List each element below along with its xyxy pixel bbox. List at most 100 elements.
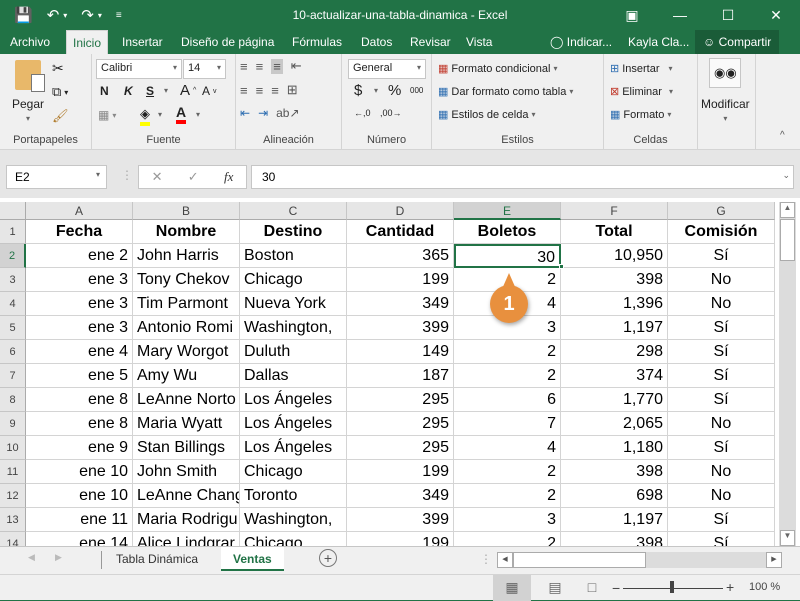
next-sheet-icon[interactable]: ▶ xyxy=(55,552,62,563)
align-bottom-icon[interactable]: ≡ xyxy=(271,58,283,74)
table-cell[interactable]: 7 xyxy=(454,412,561,436)
table-cell[interactable]: 1,770 xyxy=(561,388,668,412)
horizontal-scrollbar[interactable]: ◀ xyxy=(497,552,780,568)
table-cell[interactable]: 374 xyxy=(561,364,668,388)
table-cell[interactable]: 2 xyxy=(454,364,561,388)
header-cell[interactable]: Comisión xyxy=(668,220,775,244)
table-cell[interactable]: 2 xyxy=(454,484,561,508)
user-name[interactable]: Kayla Cla... xyxy=(628,30,689,54)
scroll-thumb[interactable] xyxy=(780,219,795,261)
row-header[interactable]: 2 xyxy=(0,244,26,268)
table-cell[interactable]: No xyxy=(668,412,775,436)
table-cell[interactable]: 399 xyxy=(347,508,454,532)
table-cell[interactable]: Sí xyxy=(668,388,775,412)
table-cell[interactable]: ene 11 xyxy=(26,508,133,532)
insert-function-button[interactable]: fx xyxy=(224,169,233,185)
percent-button[interactable]: % xyxy=(388,82,401,99)
row-header[interactable]: 10 xyxy=(0,436,26,460)
table-cell[interactable]: Tony Chekov xyxy=(133,268,240,292)
table-cell[interactable]: 149 xyxy=(347,340,454,364)
table-cell[interactable]: Los Ángeles xyxy=(240,436,347,460)
close-button[interactable]: ✕ xyxy=(752,0,800,30)
table-cell[interactable]: Nueva York xyxy=(240,292,347,316)
row-header[interactable]: 12 xyxy=(0,484,26,508)
modify-button[interactable]: ◉◉ Modificar ▾ xyxy=(701,58,750,123)
tab-revisar[interactable]: Revisar xyxy=(404,30,457,54)
table-cell[interactable]: 4 xyxy=(454,436,561,460)
row-header[interactable]: 3 xyxy=(0,268,26,292)
decrease-decimal-icon[interactable]: ,00→ xyxy=(380,108,402,118)
select-all-button[interactable] xyxy=(0,202,26,220)
table-cell[interactable]: ene 9 xyxy=(26,436,133,460)
vertical-align-buttons[interactable]: ≡ ≡ ≡ ⇤ xyxy=(240,58,302,74)
currency-dropdown-icon[interactable]: ▾ xyxy=(374,86,378,95)
insert-cells-button[interactable]: ⊞ Insertar ▾ xyxy=(610,62,673,76)
row-header[interactable]: 1 xyxy=(0,220,26,244)
table-cell[interactable]: 295 xyxy=(347,436,454,460)
fill-dropdown-icon[interactable]: ▾ xyxy=(158,110,162,119)
table-cell[interactable]: Tim Parmont xyxy=(133,292,240,316)
fill-handle[interactable] xyxy=(559,264,564,269)
align-left-icon[interactable]: ≡ xyxy=(240,83,248,98)
table-cell[interactable]: 2 xyxy=(454,460,561,484)
row-header[interactable]: 6 xyxy=(0,340,26,364)
table-cell[interactable]: ene 5 xyxy=(26,364,133,388)
table-cell[interactable]: Boston xyxy=(240,244,347,268)
cut-icon[interactable]: ✂ xyxy=(52,60,64,77)
underline-dropdown-icon[interactable]: ▾ xyxy=(164,86,168,95)
font-name-select[interactable]: Calibri ▾ xyxy=(96,59,182,79)
decrease-font-icon[interactable]: Av xyxy=(202,84,217,98)
bold-button[interactable]: N xyxy=(100,84,109,98)
number-format-select[interactable]: General ▾ xyxy=(348,59,426,79)
table-cell[interactable]: ene 10 xyxy=(26,460,133,484)
drag-handle-icon[interactable]: ⋮ xyxy=(480,552,492,566)
table-cell[interactable]: ene 10 xyxy=(26,484,133,508)
indent-buttons[interactable]: ⇤ ⇥ ab↗ xyxy=(240,106,300,120)
font-size-select[interactable]: 14 ▾ xyxy=(183,59,226,79)
tab-diseno[interactable]: Diseño de página xyxy=(175,30,280,54)
table-cell[interactable]: Maria Wyatt xyxy=(133,412,240,436)
prev-sheet-icon[interactable]: ◀ xyxy=(28,552,35,563)
table-cell[interactable]: Amy Wu xyxy=(133,364,240,388)
zoom-slider-thumb[interactable] xyxy=(670,581,674,593)
decrease-indent-icon[interactable]: ⇤ xyxy=(240,106,250,120)
orientation-icon[interactable]: ab↗ xyxy=(276,106,299,120)
table-cell[interactable]: John Harris xyxy=(133,244,240,268)
table-cell[interactable]: 1,396 xyxy=(561,292,668,316)
column-header-c[interactable]: C xyxy=(240,202,347,220)
table-cell[interactable]: 2 xyxy=(454,340,561,364)
page-break-view-icon[interactable]: □ xyxy=(577,575,607,601)
name-box[interactable]: E2 ▾ xyxy=(6,165,107,189)
table-cell[interactable]: Washington, xyxy=(240,316,347,340)
align-middle-icon[interactable]: ≡ xyxy=(256,59,264,74)
tab-vista[interactable]: Vista xyxy=(460,30,498,54)
increase-font-icon[interactable]: A ^ xyxy=(180,82,196,99)
zoom-in-button[interactable]: + xyxy=(726,579,734,595)
scroll-left-icon[interactable]: ◀ xyxy=(497,552,513,568)
table-cell[interactable]: 399 xyxy=(347,316,454,340)
table-cell[interactable]: 295 xyxy=(347,412,454,436)
column-header-b[interactable]: B xyxy=(133,202,240,220)
table-cell[interactable]: No xyxy=(668,460,775,484)
italic-button[interactable]: K xyxy=(124,84,133,98)
copy-icon[interactable]: ⧉ ▾ xyxy=(52,84,68,100)
table-cell[interactable]: 1,197 xyxy=(561,508,668,532)
collapse-ribbon-icon[interactable]: ^ xyxy=(780,130,785,141)
wrap-text-icon[interactable]: ⇤ xyxy=(291,58,302,74)
column-header-f[interactable]: F xyxy=(561,202,668,220)
paste-button[interactable]: Pegar ▾ xyxy=(12,60,46,123)
table-cell[interactable]: No xyxy=(668,292,775,316)
row-header[interactable]: 8 xyxy=(0,388,26,412)
align-center-icon[interactable]: ≡ xyxy=(256,83,264,98)
table-cell[interactable]: ene 3 xyxy=(26,268,133,292)
conditional-format-button[interactable]: ▦ Formato condicional ▾ xyxy=(438,62,557,76)
font-color-icon[interactable]: A xyxy=(176,104,187,124)
table-cell[interactable]: Sí xyxy=(668,340,775,364)
tab-inicio[interactable]: Inicio xyxy=(66,30,109,54)
selected-cell-e2[interactable]: 30 xyxy=(454,244,561,268)
table-cell[interactable]: 1,197 xyxy=(561,316,668,340)
zoom-level[interactable]: 100 % xyxy=(749,581,780,593)
table-cell[interactable]: ene 2 xyxy=(26,244,133,268)
header-cell[interactable]: Boletos xyxy=(454,220,561,244)
header-cell[interactable]: Destino xyxy=(240,220,347,244)
